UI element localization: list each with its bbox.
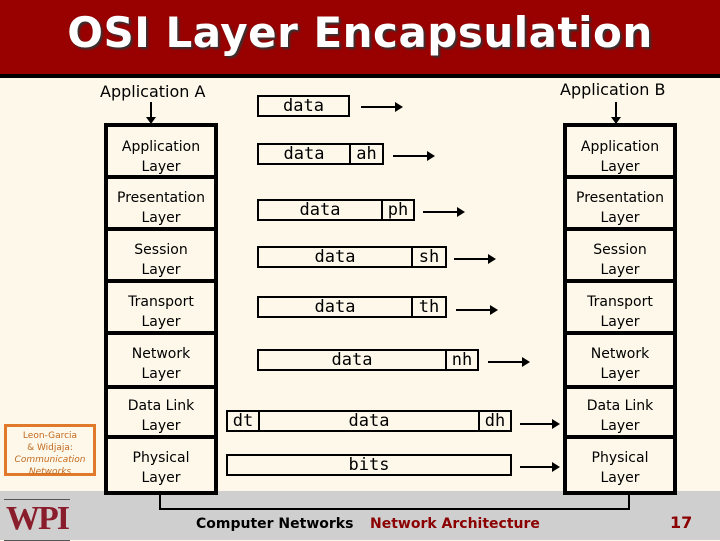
arrow-right-icon [423,207,465,217]
payload: data [283,144,325,164]
header-sh: sh [411,247,445,267]
arrow-right-icon [520,419,560,429]
arrow-right-icon [361,102,403,112]
book-title-2: Networks [28,467,72,477]
topic-name: Network Architecture [370,516,540,532]
layer-transport-a: Transport Layer [128,294,194,330]
page-number: 17 [670,513,693,532]
payload: data [314,247,356,267]
packet-presentation: data ph [257,199,415,221]
book-reference: Leon-Garcia & Widjaja: Communication Net… [4,424,96,477]
layer-presentation-a: Presentation Layer [117,190,205,226]
slide-title: OSI Layer Encapsulation [67,8,653,57]
arrow-right-icon [393,151,435,161]
payload: data [299,200,341,220]
divider [108,435,214,439]
book-author-2: & Widjaja: [27,443,73,453]
down-arrow-b-icon [611,102,621,124]
divider [567,435,673,439]
title-bar-edge [0,74,720,78]
down-arrow-a-icon [146,102,156,124]
header-ah: ah [349,144,382,164]
payload-bits: bits [348,455,390,475]
layer-application-b: Application Layer [580,139,660,175]
trailer-dt: dt [228,411,260,431]
packet-session: data sh [257,246,447,268]
header-nh: nh [445,350,477,370]
layer-network-b: Network Layer [590,346,650,382]
packet-application-data: data [257,95,350,117]
payload: data [331,350,373,370]
packet-transport: data th [257,296,447,318]
divider [567,385,673,389]
divider [567,331,673,335]
book-title: Communication [14,455,86,465]
divider [108,385,214,389]
packet-physical: bits [226,454,512,476]
header-th: th [411,297,445,317]
layer-stack-a: Application Layer Presentation Layer Sessi… [104,123,218,495]
application-a-label: Application A [100,82,206,101]
payload: data [348,411,390,431]
layer-physical-a: Physical Layer [132,450,190,486]
divider [108,279,214,283]
arrow-right-icon [456,305,498,315]
layer-transport-b: Transport Layer [587,294,653,330]
wpi-logo: WPI [4,499,70,541]
physical-link-right [628,491,630,510]
application-b-label: Application B [560,80,666,99]
payload: data [283,96,324,116]
divider [108,331,214,335]
layer-session-a: Session Layer [134,242,188,278]
divider [567,279,673,283]
packet-datalink: dt data dh [226,410,512,432]
arrow-right-icon [520,462,560,472]
layer-physical-b: Physical Layer [591,450,649,486]
footer-bar [0,491,720,540]
layer-presentation-b: Presentation Layer [576,190,664,226]
payload: data [314,297,356,317]
arrow-right-icon [454,254,496,264]
physical-link-medium [159,508,630,510]
header-ph: ph [381,200,413,220]
packet-application: data ah [257,143,384,165]
divider [108,175,214,179]
layer-datalink-a: Data Link Layer [127,398,195,434]
layer-session-b: Session Layer [593,242,647,278]
layer-datalink-b: Data Link Layer [586,398,654,434]
header-dh: dh [478,411,510,431]
course-name: Computer Networks [196,516,354,532]
divider [567,175,673,179]
packet-network: data nh [257,349,479,371]
layer-application-a: Application Layer [121,139,201,175]
book-author: Leon-Garcia [22,431,78,441]
layer-stack-b: Application Layer Presentation Layer Sessi… [563,123,677,495]
divider [108,227,214,231]
divider [567,227,673,231]
layer-network-a: Network Layer [131,346,191,382]
arrow-right-icon [488,357,530,367]
